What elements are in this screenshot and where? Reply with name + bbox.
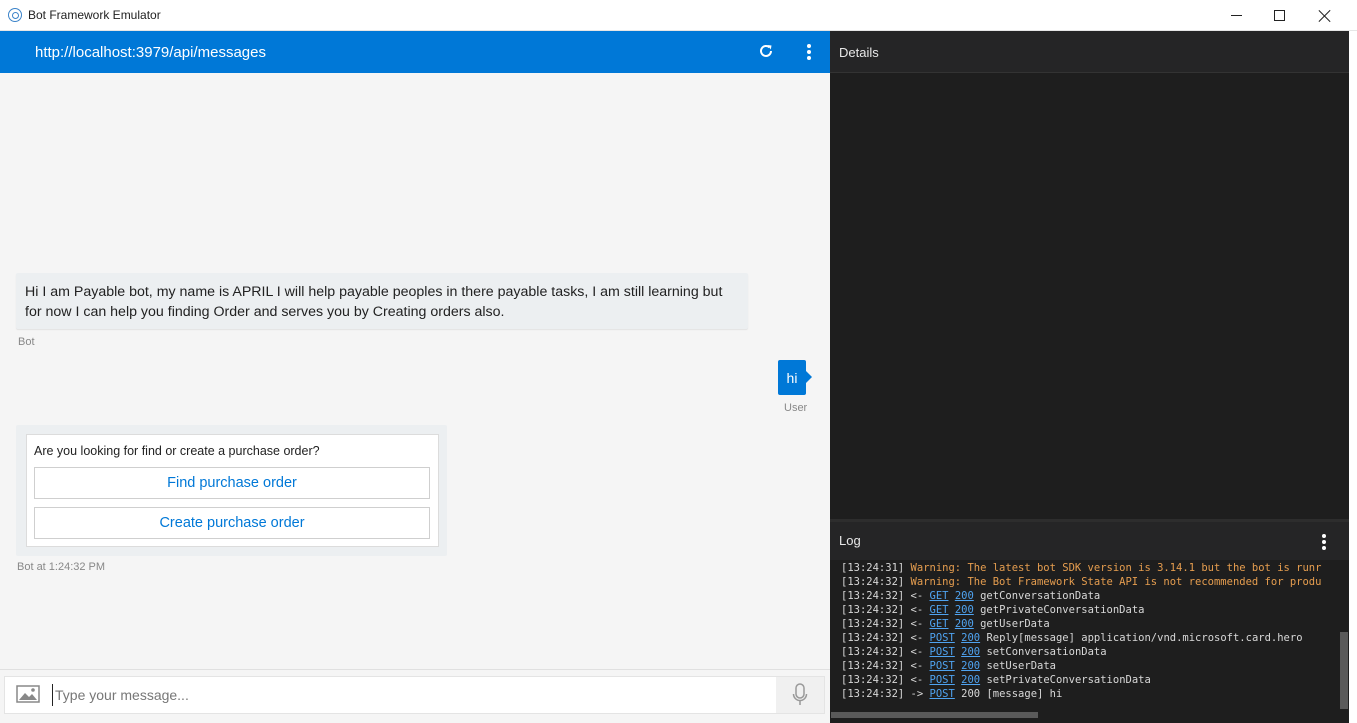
log-timestamp: [13:24:32] [841,618,911,630]
log-vertical-scrollbar[interactable] [1340,632,1348,709]
log-message-text: getConversationData [980,590,1101,602]
log-entries: [13:24:31] Warning: The latest bot SDK v… [841,561,1339,711]
details-title: Details [839,45,879,60]
endpoint-url[interactable]: http://localhost:3979/api/messages [35,44,266,61]
log-method-link[interactable]: GET [930,618,949,630]
find-purchase-order-button[interactable]: Find purchase order [34,467,430,499]
log-method-link[interactable]: GET [930,604,949,616]
log-direction: <- [910,632,930,644]
log-line: [13:24:32] <- GET 200 getUserData [841,617,1339,631]
user-message-label: User [784,402,808,414]
log-method-link[interactable]: POST [930,646,955,658]
microphone-button[interactable] [776,677,824,713]
minimize-icon [1230,15,1242,16]
title-bar: Bot Framework Emulator [0,0,1357,31]
app-logo-icon [8,8,22,22]
log-line: [13:24:32] <- GET 200 getPrivateConversa… [841,603,1339,617]
user-message: hi [778,360,806,395]
window-title: Bot Framework Emulator [28,8,161,22]
message-input[interactable] [52,684,772,706]
log-status[interactable]: 200 [961,660,980,672]
log-timestamp: [13:24:32] [841,590,911,602]
log-direction: <- [910,646,930,658]
log-line: [13:24:32] <- POST 200 setUserData [841,659,1339,673]
log-message-text: setConversationData [986,646,1107,658]
log-header [830,522,1349,560]
details-panel [830,31,1349,519]
log-direction: <- [910,604,930,616]
microphone-icon [792,683,808,705]
log-message-text: setUserData [986,660,1056,672]
log-method-link[interactable]: POST [930,688,955,700]
log-method-link[interactable]: POST [930,632,955,644]
log-direction: -> [910,688,930,700]
log-title: Log [839,533,861,548]
card-timestamp-label: Bot at 1:24:32 PM [17,561,106,573]
log-method-link[interactable]: POST [930,660,955,672]
log-timestamp: [13:24:32] [841,576,911,588]
log-direction: <- [910,660,930,672]
log-warning-text: Warning: The latest bot SDK version is 3… [910,562,1322,574]
log-timestamp: [13:24:32] [841,646,911,658]
log-line: [13:24:31] Warning: The latest bot SDK v… [841,561,1339,575]
log-message-text: Reply[message] application/vnd.microsoft… [986,632,1303,644]
log-timestamp: [13:24:32] [841,660,911,672]
minimize-button[interactable] [1213,0,1259,31]
log-warning-text: Warning: The Bot Framework State API is … [910,576,1322,588]
close-button[interactable] [1302,0,1348,31]
refresh-icon[interactable] [758,43,774,59]
image-upload-icon[interactable] [16,685,40,703]
log-method-link[interactable]: GET [930,590,949,602]
log-line: [13:24:32] <- GET 200 getConversationDat… [841,589,1339,603]
log-status[interactable]: 200 [961,646,980,658]
log-horizontal-scrollbar[interactable] [831,712,1038,718]
log-timestamp: [13:24:32] [841,604,911,616]
hero-card-text: Are you looking for find or create a pur… [34,444,320,458]
log-timestamp: [13:24:32] [841,632,911,644]
maximize-icon [1273,10,1285,21]
log-status[interactable]: 200 [955,604,974,616]
log-status[interactable]: 200 [955,590,974,602]
maximize-button[interactable] [1256,0,1302,31]
log-more-vertical-icon[interactable] [1318,532,1330,552]
log-timestamp: [13:24:31] [841,562,911,574]
user-message-tail [806,371,812,383]
log-line: [13:24:32] <- POST 200 setConversationDa… [841,645,1339,659]
more-vertical-icon[interactable] [803,42,815,62]
log-message-text: setPrivateConversationData [986,674,1151,686]
bot-message-label: Bot [18,336,35,348]
window-right-edge [1349,31,1357,723]
log-status[interactable]: 200 [961,632,980,644]
bot-message: Hi I am Payable bot, my name is APRIL I … [16,273,748,329]
details-header [830,31,1349,73]
create-purchase-order-button[interactable]: Create purchase order [34,507,430,539]
log-line: [13:24:32] <- POST 200 Reply[message] ap… [841,631,1339,645]
close-icon [1318,9,1332,23]
log-message-text: [message] hi [986,688,1063,700]
log-status: 200 [961,688,981,700]
log-method-link[interactable]: POST [930,674,955,686]
address-bar: http://localhost:3979/api/messages [0,31,830,73]
log-status[interactable]: 200 [955,618,974,630]
chat-transcript[interactable] [0,73,830,669]
log-line: [13:24:32] Warning: The Bot Framework St… [841,575,1339,589]
log-message-text: getUserData [980,618,1050,630]
log-line: [13:24:32] <- POST 200 setPrivateConvers… [841,673,1339,687]
log-direction: <- [910,674,930,686]
log-line: [13:24:32] -> POST 200 [message] hi [841,687,1339,701]
log-timestamp: [13:24:32] [841,688,911,700]
log-timestamp: [13:24:32] [841,674,911,686]
log-direction: <- [910,618,930,630]
log-status[interactable]: 200 [961,674,980,686]
log-direction: <- [910,590,930,602]
log-message-text: getPrivateConversationData [980,604,1145,616]
